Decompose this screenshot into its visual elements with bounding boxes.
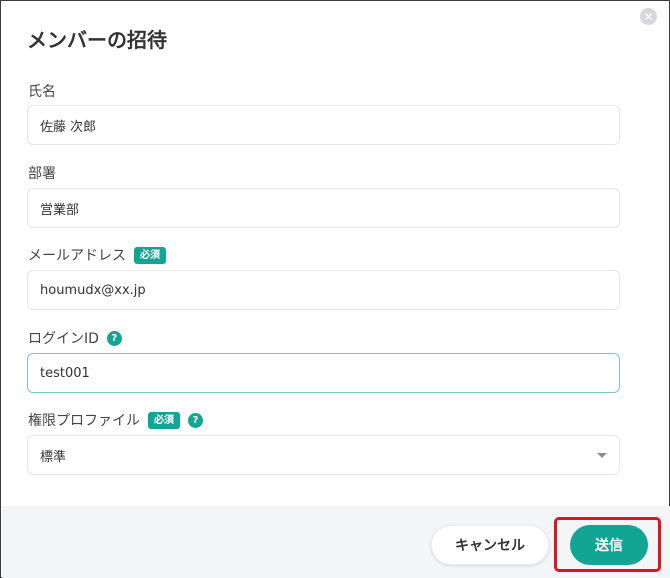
login-id-input[interactable] (27, 353, 620, 393)
name-input[interactable] (27, 105, 620, 145)
close-icon: ✕ (643, 9, 654, 24)
required-badge: 必須 (134, 246, 166, 264)
help-icon[interactable]: ? (106, 330, 122, 346)
invite-member-dialog: ✕ メンバーの招待 氏名 部署 メールアドレス 必須 ログインID ? 権限プロ… (0, 0, 670, 578)
department-label-row: 部署 (28, 163, 56, 183)
name-label: 氏名 (28, 84, 56, 100)
login-id-label-row: ログインID ? (28, 328, 122, 348)
permission-profile-label: 権限プロファイル (28, 413, 140, 429)
help-icon[interactable]: ? (188, 412, 203, 428)
dialog-title: メンバーの招待 (27, 28, 167, 52)
name-label-row: 氏名 (28, 81, 56, 101)
department-label: 部署 (28, 166, 56, 182)
email-input[interactable] (27, 270, 620, 310)
cancel-button[interactable]: キャンセル (431, 525, 549, 565)
email-label-row: メールアドレス 必須 (28, 245, 166, 265)
permission-profile-label-row: 権限プロファイル 必須 ? (28, 410, 203, 430)
department-input[interactable] (27, 188, 620, 228)
close-button[interactable]: ✕ (640, 8, 657, 25)
required-badge: 必須 (148, 411, 180, 429)
login-id-label: ログインID (28, 331, 99, 347)
permission-profile-select[interactable]: 標準 (27, 435, 620, 475)
chevron-down-icon (597, 452, 607, 458)
permission-profile-selected-value: 標準 (40, 449, 67, 465)
email-label: メールアドレス (28, 248, 126, 264)
send-button[interactable]: 送信 (570, 525, 648, 565)
